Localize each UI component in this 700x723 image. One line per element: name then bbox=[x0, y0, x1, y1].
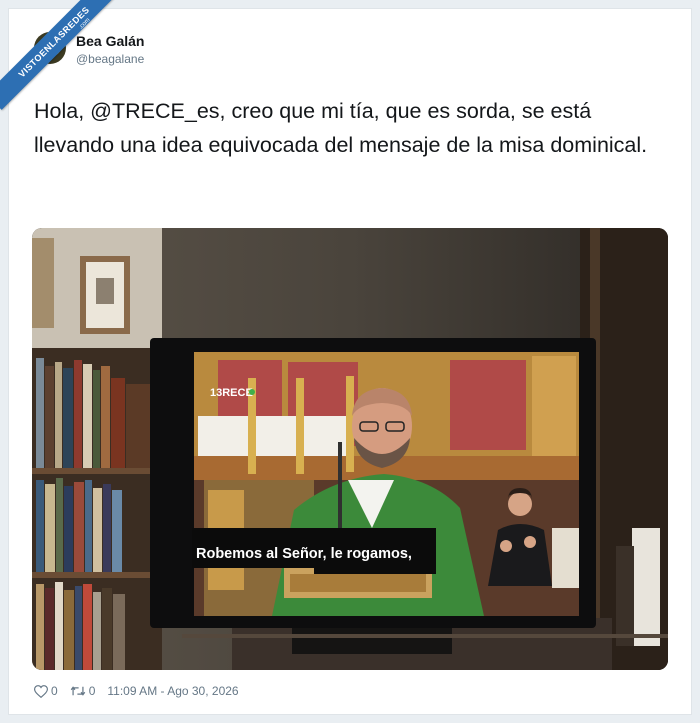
heart-icon bbox=[34, 684, 48, 698]
subtitle-text: Robemos al Señor, le rogamos, bbox=[196, 546, 412, 562]
photo-illustration: 13RECE Robemos al Señor, le rogamos, bbox=[32, 228, 668, 670]
channel-logo: 13RECE bbox=[210, 387, 253, 399]
retweet-count: 0 bbox=[88, 684, 96, 698]
channel-logo-dot bbox=[249, 389, 255, 395]
right-object bbox=[632, 528, 660, 646]
like-count: 0 bbox=[51, 684, 58, 698]
tweet-footer: 0 0 11:09 AM - Ago 30, 2026 bbox=[34, 683, 239, 699]
like-button[interactable]: 0 bbox=[34, 684, 58, 698]
retweet-icon bbox=[70, 686, 85, 696]
author-handle[interactable]: @beagalane bbox=[76, 52, 144, 66]
tweet-photo[interactable]: 13RECE Robemos al Señor, le rogamos, bbox=[32, 228, 668, 670]
retweet-button[interactable]: 0 bbox=[70, 684, 96, 698]
timestamp[interactable]: 11:09 AM - Ago 30, 2026 bbox=[107, 684, 238, 698]
author-name[interactable]: Bea Galán bbox=[76, 33, 144, 49]
tweet-text: Hola, @TRECE_es, creo que mi tía, que es… bbox=[34, 99, 648, 157]
